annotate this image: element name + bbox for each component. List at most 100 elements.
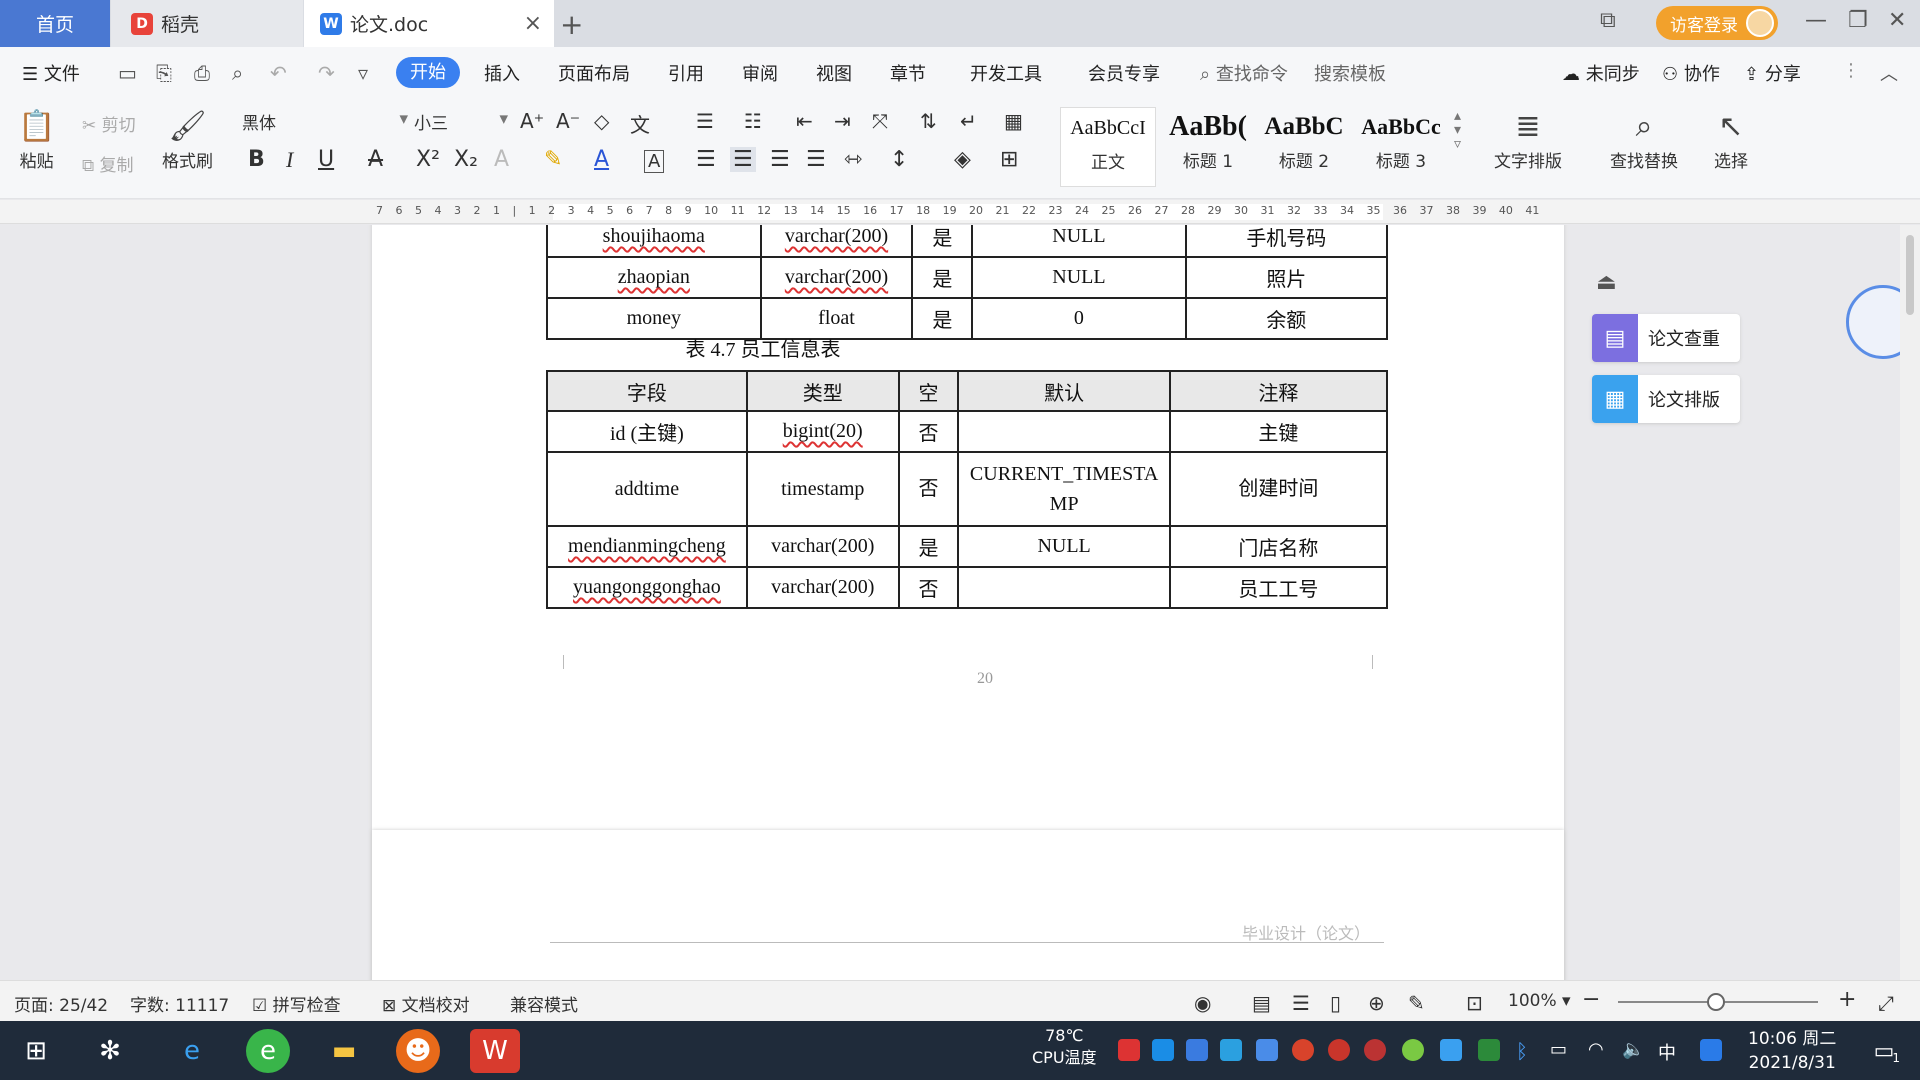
find-replace-button[interactable]: ⌕ 查找替换: [1610, 107, 1678, 172]
shield-icon[interactable]: [1256, 1039, 1278, 1061]
qq-icon[interactable]: [1328, 1039, 1350, 1061]
close-window-icon[interactable]: ✕: [1888, 8, 1906, 33]
menu-member[interactable]: 会员专享: [1088, 60, 1160, 86]
table-cell[interactable]: bigint(20): [745, 410, 900, 453]
table-cell[interactable]: varchar(200): [745, 525, 900, 568]
file-menu[interactable]: ☰ 文件: [22, 60, 80, 86]
more-icon[interactable]: ⋮: [1842, 60, 1860, 81]
fit-page-icon[interactable]: ⊡: [1466, 991, 1483, 1015]
table-cell[interactable]: 员工工号: [1168, 566, 1389, 609]
vertical-scrollbar[interactable]: [1900, 225, 1920, 980]
table-cell[interactable]: 否: [897, 410, 960, 453]
table-cell[interactable]: zhaopian: [546, 256, 762, 299]
copy-button[interactable]: ⧉ 复制: [82, 151, 134, 176]
write-mode-icon[interactable]: ✎: [1408, 991, 1425, 1015]
sort-icon[interactable]: ⇅: [920, 109, 937, 135]
document-page-next[interactable]: 毕业设计（论文）: [372, 830, 1564, 980]
redo-icon[interactable]: ↷: [318, 61, 340, 85]
menu-review[interactable]: 审阅: [742, 60, 778, 86]
paper-check-button[interactable]: ▤ 论文查重: [1592, 314, 1740, 362]
table-cell[interactable]: 是: [911, 225, 974, 258]
wps-writer-icon[interactable]: W: [470, 1029, 520, 1073]
page-count[interactable]: 页面: 25/42: [14, 991, 108, 1016]
collapse-panel-icon[interactable]: ⏏: [1596, 270, 1617, 295]
bluetooth-icon[interactable]: ᛒ: [1516, 1039, 1538, 1063]
bold-icon[interactable]: B: [248, 147, 265, 172]
game-app-icon[interactable]: ☻: [396, 1029, 440, 1073]
table-cell[interactable]: [957, 410, 1171, 453]
eye-protect-icon[interactable]: ◉: [1194, 991, 1211, 1015]
menu-developer[interactable]: 开发工具: [970, 60, 1042, 86]
doc-proof-button[interactable]: ⊠ 文档校对: [382, 991, 470, 1016]
align-left-icon[interactable]: ☰: [696, 147, 716, 172]
style-heading1[interactable]: AaBb( 标题 1: [1162, 107, 1254, 187]
table-header-cell[interactable]: 空: [897, 370, 960, 412]
table-header-cell[interactable]: 默认: [957, 370, 1171, 412]
menu-insert[interactable]: 插入: [484, 60, 520, 86]
table-cell[interactable]: 手机号码: [1184, 225, 1389, 258]
tray-app-icon[interactable]: [1700, 1039, 1722, 1061]
notification-icon[interactable]: ▭ 1: [1862, 1029, 1906, 1073]
table-header-cell[interactable]: 注释: [1168, 370, 1389, 412]
tray-app-icon[interactable]: [1440, 1039, 1462, 1061]
file-explorer-icon[interactable]: ▬: [322, 1029, 366, 1073]
font-size-select[interactable]: 小三 ▾: [414, 109, 508, 135]
borders-icon[interactable]: ⊞: [1000, 147, 1018, 172]
strikethrough-icon[interactable]: A: [368, 147, 383, 172]
distribute-icon[interactable]: ⇿: [844, 147, 862, 172]
table-cell[interactable]: 照片: [1184, 256, 1389, 299]
share-button[interactable]: ⇪ 分享: [1744, 60, 1801, 86]
text-effect-icon[interactable]: A: [494, 147, 509, 172]
battery-icon[interactable]: ▭: [1550, 1039, 1572, 1061]
grow-font-icon[interactable]: A⁺: [520, 109, 544, 135]
table-cell[interactable]: 否: [897, 566, 960, 609]
clear-format-icon[interactable]: ◇: [594, 109, 609, 135]
nvidia-icon[interactable]: [1478, 1039, 1500, 1061]
pinyin-icon[interactable]: 文: [630, 109, 650, 137]
tray-app-icon[interactable]: [1152, 1039, 1174, 1061]
menu-page-layout[interactable]: 页面布局: [558, 60, 630, 86]
char-border-icon[interactable]: A: [644, 150, 665, 173]
font-color-icon[interactable]: A: [594, 147, 609, 172]
start-icon[interactable]: ⊞: [14, 1029, 58, 1073]
table-cell[interactable]: addtime: [546, 451, 748, 527]
tab-daoke[interactable]: D 稻壳: [111, 0, 303, 47]
search-template[interactable]: 搜索模板: [1314, 60, 1386, 86]
justify-icon[interactable]: ☰: [806, 147, 826, 172]
paper-layout-button[interactable]: ▦ 论文排版: [1592, 375, 1740, 423]
superscript-icon[interactable]: X²: [416, 147, 440, 172]
table-cell[interactable]: 创建时间: [1168, 451, 1389, 527]
text-layout-button[interactable]: ≣ 文字排版: [1494, 107, 1562, 172]
table-cell[interactable]: varchar(200): [759, 256, 914, 299]
table-cell[interactable]: [957, 566, 1171, 609]
decrease-indent-icon[interactable]: ⇤: [796, 109, 813, 135]
increase-indent-icon[interactable]: ⇥: [834, 109, 851, 135]
italic-icon[interactable]: I: [286, 147, 293, 173]
page-view-icon[interactable]: ▤: [1252, 991, 1271, 1015]
spell-check-button[interactable]: ☑ 拼写检查: [252, 991, 341, 1016]
save-icon[interactable]: ▭: [118, 61, 140, 85]
menu-references[interactable]: 引用: [668, 60, 704, 86]
word-count[interactable]: 字数: 11117: [130, 991, 229, 1016]
outline-view-icon[interactable]: ☰: [1292, 991, 1310, 1015]
chinese-layout-icon[interactable]: ⤧: [872, 109, 888, 135]
zoom-level[interactable]: 100% ▾: [1508, 991, 1571, 1011]
unsync-button[interactable]: ☁ 未同步: [1562, 60, 1640, 86]
cut-button[interactable]: ✂ 剪切: [82, 111, 136, 136]
table-caption[interactable]: 表 4.7 员工信息表: [372, 333, 1564, 362]
tray-app-icon[interactable]: [1402, 1039, 1424, 1061]
tray-app-icon[interactable]: [1118, 1039, 1140, 1061]
web-view-icon[interactable]: ⊕: [1368, 991, 1385, 1015]
table-cell[interactable]: NULL: [971, 225, 1187, 258]
paste-button[interactable]: 📋 粘贴: [18, 107, 55, 172]
style-normal[interactable]: AaBbCcI 正文: [1060, 107, 1156, 187]
fullscreen-icon[interactable]: ⤢: [1878, 991, 1894, 1015]
align-center-icon[interactable]: ☰: [730, 147, 756, 172]
menu-view[interactable]: 视图: [816, 60, 852, 86]
table-cell[interactable]: 主键: [1168, 410, 1389, 453]
zoom-in-icon[interactable]: +: [1838, 987, 1856, 1012]
table-cell[interactable]: varchar(200): [759, 225, 914, 258]
pinwheel-app-icon[interactable]: ✻: [88, 1029, 132, 1073]
table-cell[interactable]: NULL: [957, 525, 1171, 568]
qq-icon[interactable]: [1364, 1039, 1386, 1061]
